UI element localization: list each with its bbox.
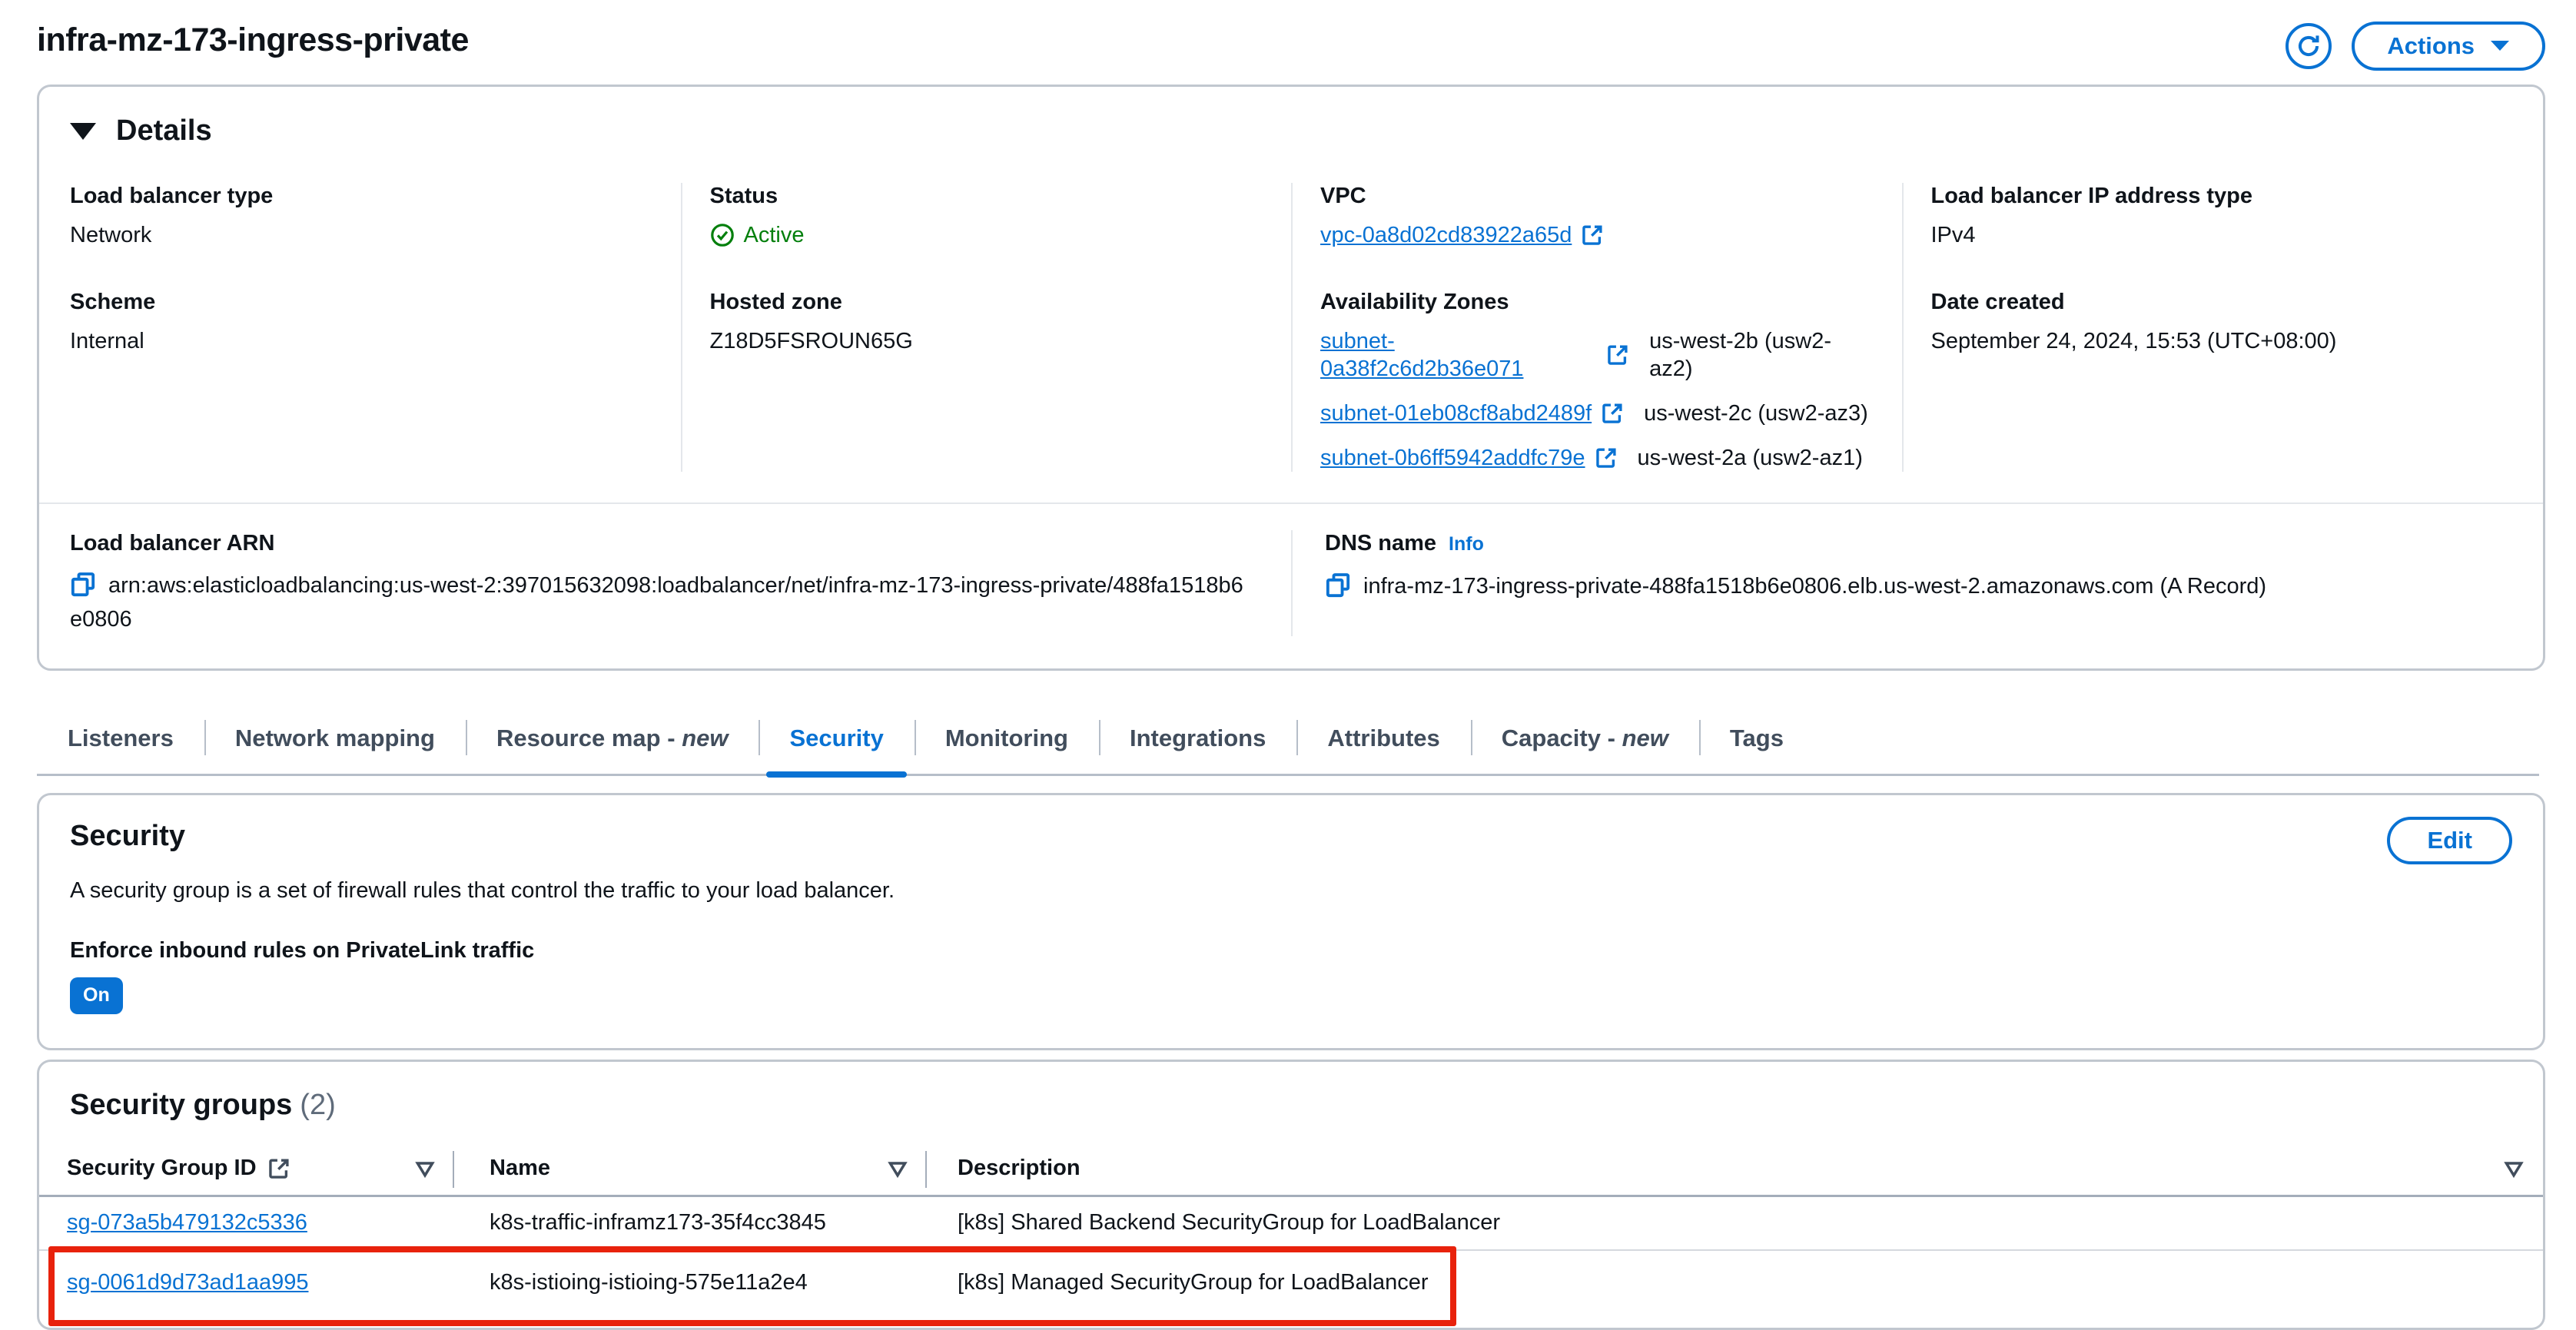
details-panel: Details Load balancer type Network Schem… bbox=[37, 85, 2545, 671]
sort-filter-icon[interactable] bbox=[887, 1158, 908, 1179]
ip-type-label: Load balancer IP address type bbox=[1930, 184, 2253, 208]
sort-filter-icon[interactable] bbox=[414, 1158, 436, 1179]
external-link-icon bbox=[1606, 343, 1629, 366]
details-heading: Details bbox=[116, 114, 212, 147]
page-header: infra-mz-173-ingress-private Actions bbox=[0, 0, 2576, 85]
hosted-zone-value: Z18D5FSROUN65G bbox=[709, 329, 913, 353]
table-row: sg-073a5b479132c5336 k8s-traffic-inframz… bbox=[39, 1196, 2543, 1251]
subnet-link[interactable]: subnet-0b6ff5942addfc79e bbox=[1320, 444, 1585, 472]
availability-zone-row: subnet-0a38f2c6d2b36e071 us-west-2b (usw… bbox=[1320, 327, 1874, 383]
az-zone-text: us-west-2b (usw2-az2) bbox=[1649, 329, 1831, 381]
ip-type-value: IPv4 bbox=[1930, 223, 1976, 247]
availability-zone-row: subnet-01eb08cf8abd2489f us-west-2c (usw… bbox=[1320, 400, 1874, 427]
privatelink-on-badge: On bbox=[70, 977, 123, 1014]
availability-zones-label: Availability Zones bbox=[1320, 290, 1509, 314]
copy-icon[interactable] bbox=[70, 572, 96, 598]
arn-value: arn:aws:elasticloadbalancing:us-west-2:3… bbox=[70, 573, 1243, 632]
privatelink-enforce-label: Enforce inbound rules on PrivateLink tra… bbox=[70, 938, 535, 963]
az-zone-text: us-west-2c (usw2-az3) bbox=[1644, 401, 1868, 426]
dns-label: DNS name Info bbox=[1325, 531, 1484, 556]
security-description: A security group is a set of firewall ru… bbox=[70, 878, 895, 903]
security-groups-count: (2) bbox=[300, 1089, 336, 1121]
sg-description-cell: [k8s] Managed SecurityGroup for LoadBala… bbox=[958, 1270, 1429, 1295]
tab-capacity[interactable]: Capacity - new bbox=[1470, 709, 1699, 774]
lb-type-value: Network bbox=[70, 223, 152, 247]
security-group-link[interactable]: sg-0061d9d73ad1aa995 bbox=[67, 1270, 308, 1295]
details-column-2: Status Active Hosted zone Z18D5FSROUN65G bbox=[680, 183, 1292, 472]
scheme-value: Internal bbox=[70, 329, 144, 353]
security-heading: Security bbox=[70, 820, 185, 852]
external-link-icon bbox=[1581, 224, 1604, 247]
tab-attributes[interactable]: Attributes bbox=[1296, 709, 1470, 774]
chevron-down-icon bbox=[2490, 40, 2510, 52]
subnet-link[interactable]: subnet-0a38f2c6d2b36e071 bbox=[1320, 327, 1597, 383]
security-groups-table: Security Group ID Name Description sg-07… bbox=[39, 1142, 2543, 1318]
actions-button[interactable]: Actions bbox=[2352, 22, 2545, 71]
details-section-divider bbox=[39, 502, 2543, 504]
date-created-value: September 24, 2024, 15:53 (UTC+08:00) bbox=[1930, 329, 2337, 353]
external-link-icon bbox=[1595, 446, 1618, 469]
page-title: infra-mz-173-ingress-private bbox=[37, 22, 469, 58]
az-zone-text: us-west-2a (usw2-az1) bbox=[1637, 446, 1863, 470]
tab-security[interactable]: Security bbox=[759, 709, 914, 778]
details-grid: Load balancer type Network Scheme Intern… bbox=[70, 183, 2512, 472]
subnet-link[interactable]: subnet-01eb08cf8abd2489f bbox=[1320, 400, 1592, 427]
details-column-1: Load balancer type Network Scheme Intern… bbox=[70, 183, 681, 472]
tab-tags[interactable]: Tags bbox=[1698, 709, 1814, 774]
vpc-link[interactable]: vpc-0a8d02cd83922a65d bbox=[1320, 221, 1572, 249]
lb-type-label: Load balancer type bbox=[70, 184, 274, 208]
tab-resource-map[interactable]: Resource map - new bbox=[465, 709, 759, 774]
tab-monitoring[interactable]: Monitoring bbox=[914, 709, 1099, 774]
status-label: Status bbox=[709, 184, 778, 208]
scheme-label: Scheme bbox=[70, 290, 156, 314]
dns-block: DNS name Info infra-mz-173-ingress-privat… bbox=[1291, 530, 2512, 636]
tab-integrations[interactable]: Integrations bbox=[1098, 709, 1296, 774]
collapse-caret-icon bbox=[70, 122, 96, 140]
header-actions: Actions bbox=[2286, 20, 2545, 71]
date-created-label: Date created bbox=[1930, 290, 2065, 314]
security-group-link[interactable]: sg-073a5b479132c5336 bbox=[67, 1210, 307, 1235]
column-header-security-group-id[interactable]: Security Group ID bbox=[39, 1142, 454, 1197]
hosted-zone-label: Hosted zone bbox=[709, 290, 842, 314]
sg-description-cell: [k8s] Shared Backend SecurityGroup for L… bbox=[927, 1196, 2543, 1251]
sg-name-cell: k8s-traffic-inframz173-35f4cc3845 bbox=[454, 1196, 927, 1251]
sort-filter-icon[interactable] bbox=[2503, 1158, 2525, 1179]
external-link-icon bbox=[1601, 402, 1624, 425]
table-row: sg-0061d9d73ad1aa995 k8s-istioing-istioi… bbox=[39, 1250, 2543, 1318]
security-groups-panel: Security groups (2) Security Group ID Na… bbox=[37, 1060, 2545, 1330]
arn-label: Load balancer ARN bbox=[70, 531, 275, 556]
tab-bar: Listeners Network mapping Resource map -… bbox=[37, 709, 2539, 778]
external-link-icon bbox=[267, 1157, 290, 1180]
edit-button[interactable]: Edit bbox=[2387, 817, 2512, 864]
tab-network-mapping[interactable]: Network mapping bbox=[204, 709, 466, 774]
copy-icon[interactable] bbox=[1325, 572, 1351, 599]
vpc-label: VPC bbox=[1320, 184, 1366, 208]
availability-zone-row: subnet-0b6ff5942addfc79e us-west-2a (usw… bbox=[1320, 444, 1874, 472]
sg-name-cell: k8s-istioing-istioing-575e11a2e4 bbox=[490, 1270, 808, 1295]
status-value: Active bbox=[743, 223, 805, 247]
column-header-description[interactable]: Description bbox=[927, 1142, 2543, 1197]
status-badge: Active bbox=[710, 221, 1264, 249]
refresh-button[interactable] bbox=[2286, 23, 2332, 69]
security-panel: Security Edit A security group is a set … bbox=[37, 793, 2545, 1050]
dns-value: infra-mz-173-ingress-private-488fa1518b6… bbox=[1363, 574, 2267, 599]
check-circle-icon bbox=[710, 223, 735, 247]
details-column-3: VPC vpc-0a8d02cd83922a65d Availability Z… bbox=[1291, 183, 1902, 472]
arn-block: Load balancer ARN arn:aws:elasticloadbal… bbox=[70, 530, 1291, 636]
security-groups-heading: Security groups (2) bbox=[70, 1089, 336, 1121]
info-link[interactable]: Info bbox=[1449, 533, 1484, 555]
refresh-icon bbox=[2295, 33, 2322, 59]
tab-listeners[interactable]: Listeners bbox=[37, 709, 204, 774]
arn-dns-row: Load balancer ARN arn:aws:elasticloadbal… bbox=[70, 530, 2512, 636]
column-header-name[interactable]: Name bbox=[454, 1142, 927, 1197]
actions-button-label: Actions bbox=[2387, 32, 2475, 59]
details-column-4: Load balancer IP address type IPv4 Date … bbox=[1901, 183, 2513, 472]
details-disclosure-toggle[interactable]: Details bbox=[70, 110, 2512, 155]
